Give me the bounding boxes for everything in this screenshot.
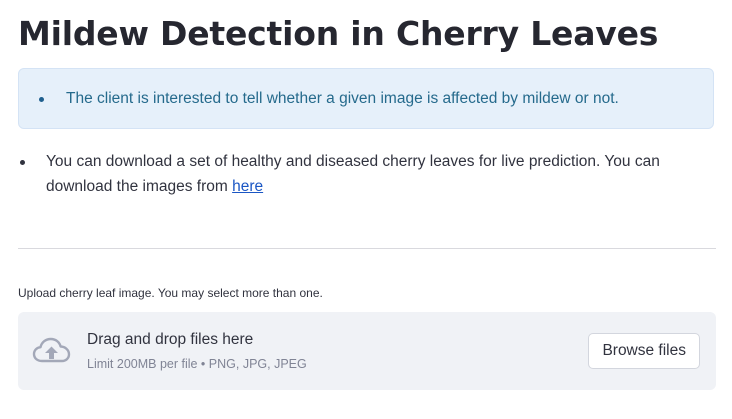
bullet-icon	[39, 96, 44, 102]
bullet-icon	[20, 160, 25, 165]
info-list-item: The client is interested to tell whether…	[37, 90, 619, 108]
dropzone-limit-text: Limit 200MB per file • PNG, JPG, JPEG	[87, 357, 307, 371]
download-link[interactable]: here	[232, 178, 263, 195]
dropzone-instructions: Drag and drop files here	[87, 331, 254, 348]
file-dropzone[interactable]: Drag and drop files here Limit 200MB per…	[18, 312, 716, 390]
cloud-upload-icon	[32, 337, 71, 363]
download-text: You can download a set of healthy and di…	[46, 149, 708, 199]
info-text: The client is interested to tell whether…	[66, 90, 619, 107]
download-list: You can download a set of healthy and di…	[18, 149, 708, 199]
browse-files-button[interactable]: Browse files	[588, 333, 700, 369]
download-text-body: You can download a set of healthy and di…	[46, 153, 660, 195]
info-alert: The client is interested to tell whether…	[18, 68, 714, 129]
page-title: Mildew Detection in Cherry Leaves	[18, 14, 659, 53]
upload-label: Upload cherry leaf image. You may select…	[18, 286, 323, 300]
divider	[18, 248, 716, 249]
